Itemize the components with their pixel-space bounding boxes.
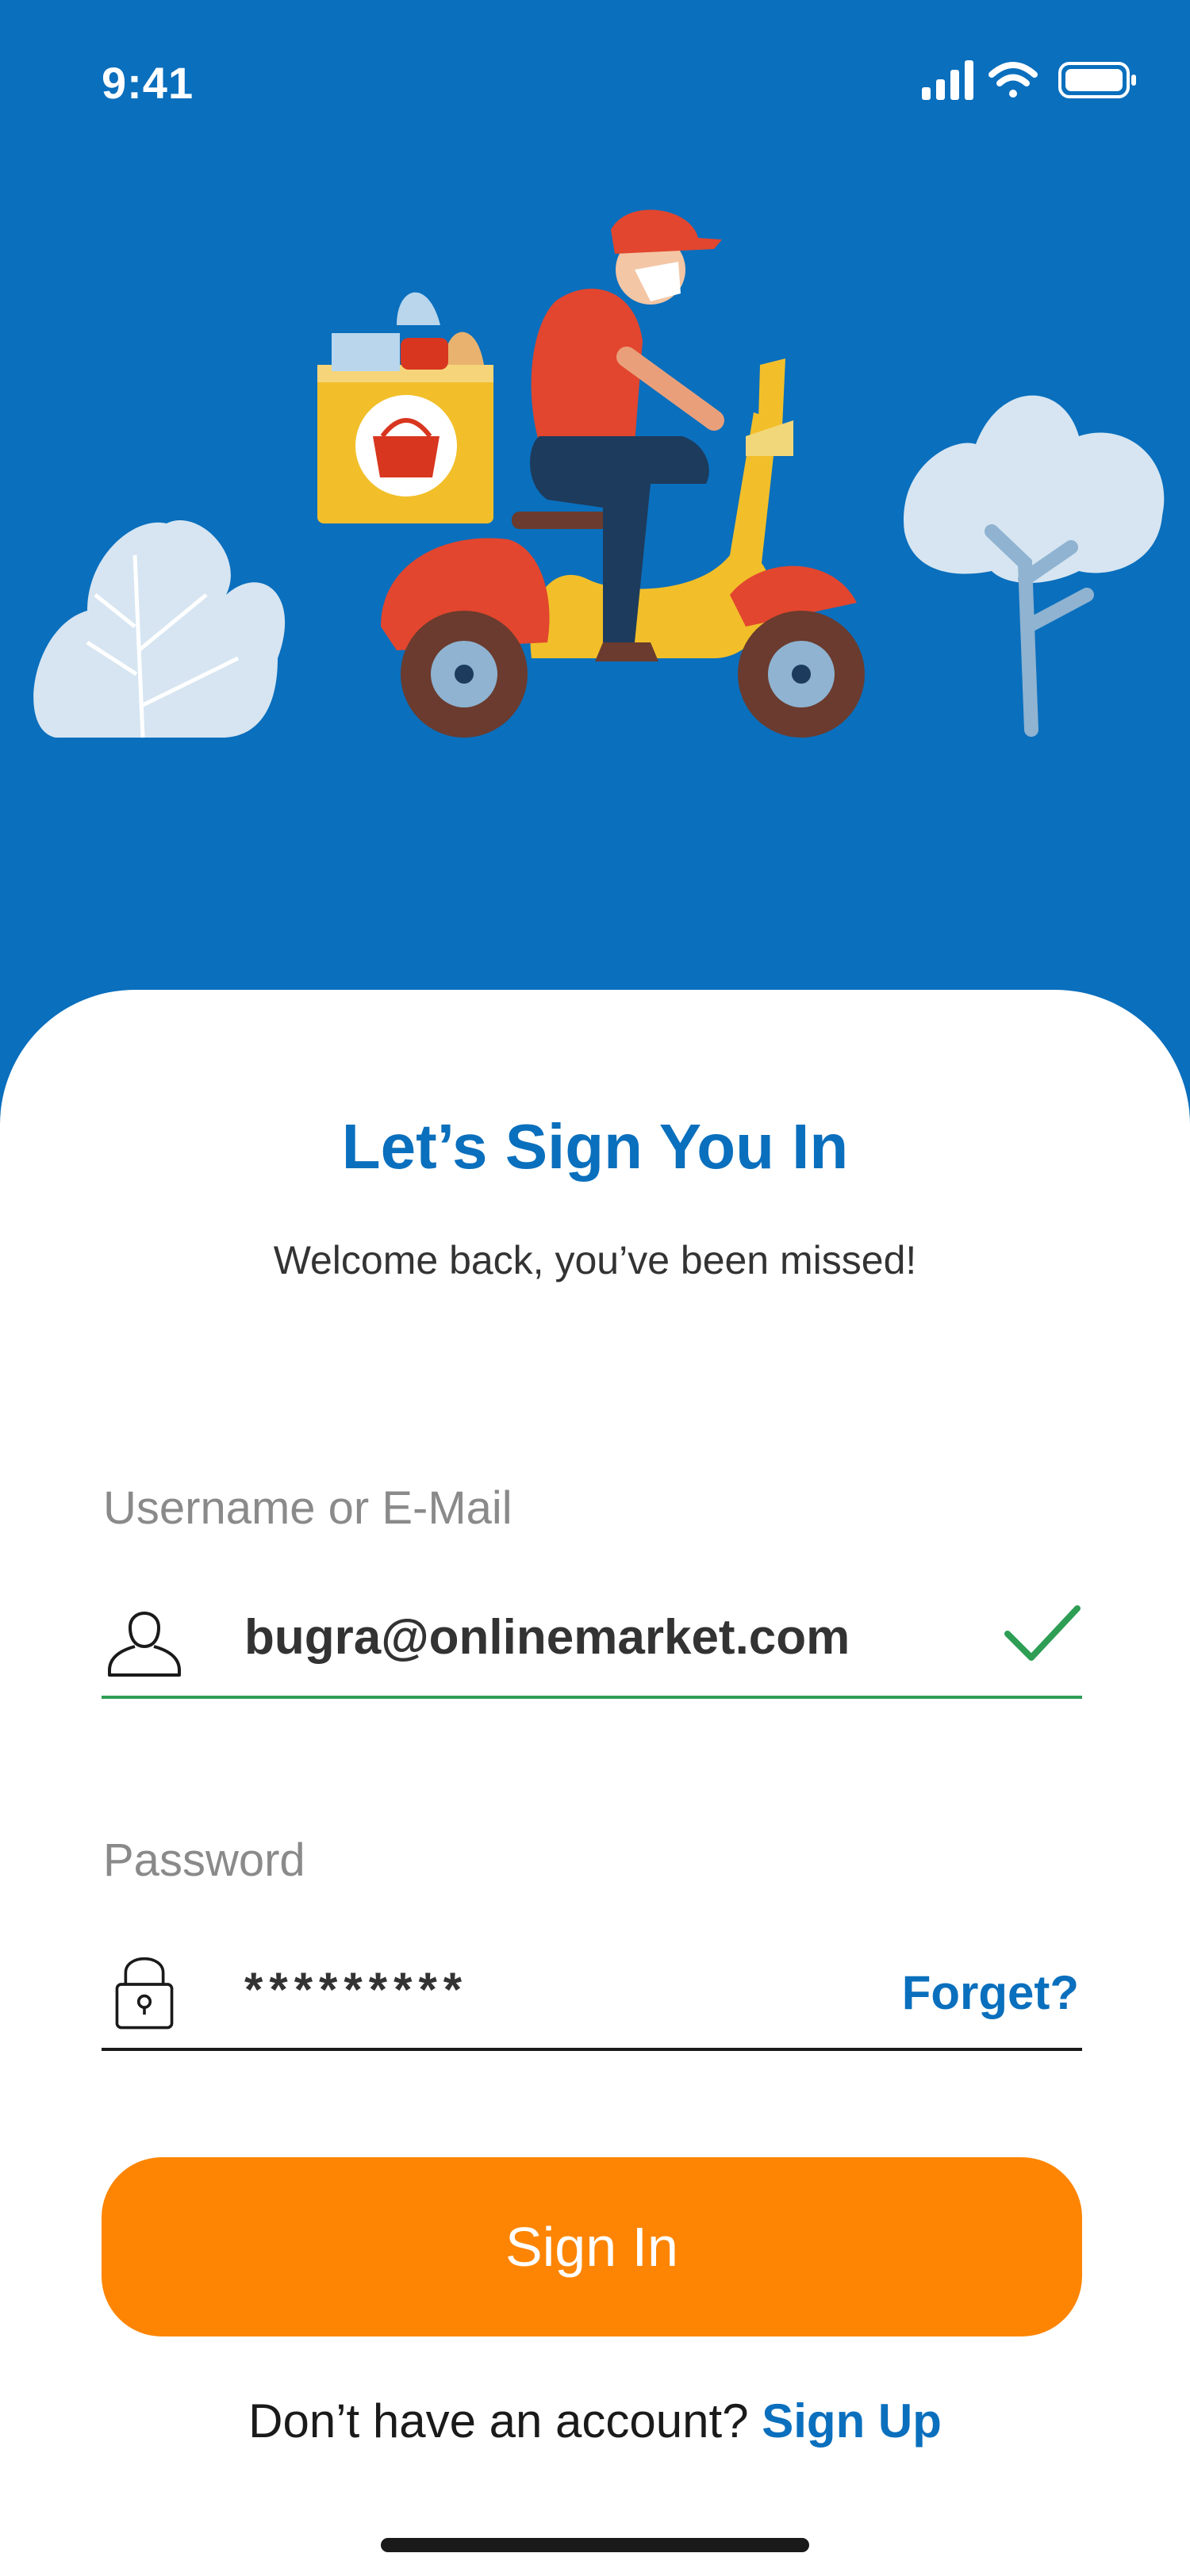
delivery-scooter-illustration xyxy=(33,209,1165,738)
page-subtitle: Welcome back, you’ve been missed! xyxy=(273,1238,917,1282)
password-field: Forget? xyxy=(102,1937,1082,2051)
sign-in-card: Let’s Sign You In Welcome back, you’ve b… xyxy=(0,990,1190,2576)
grocery-box-illustration xyxy=(317,292,493,523)
username-label: Username or E-Mail xyxy=(103,1482,512,1534)
bush-illustration xyxy=(33,520,286,738)
home-indicator[interactable] xyxy=(381,2538,809,2552)
signal-icon xyxy=(922,60,973,100)
forget-password-link[interactable]: Forget? xyxy=(902,1965,1079,2020)
sign-up-link[interactable]: Sign Up xyxy=(762,2394,942,2448)
tree-illustration xyxy=(904,395,1165,737)
sign-up-prompt: Don’t have an account? Sign Up xyxy=(0,2394,1190,2448)
battery-icon xyxy=(1058,62,1136,98)
password-input[interactable] xyxy=(244,1949,847,2029)
email-input[interactable] xyxy=(244,1597,974,1677)
status-bar: 9:41 xyxy=(0,0,1190,174)
sign-in-button[interactable]: Sign In xyxy=(102,2157,1082,2336)
page-title: Let’s Sign You In xyxy=(341,1111,849,1182)
status-time: 9:41 xyxy=(102,58,194,108)
check-icon xyxy=(1004,1605,1081,1661)
wifi-icon xyxy=(988,62,1038,98)
lock-icon xyxy=(115,1957,174,2030)
status-icons xyxy=(922,60,1136,100)
user-icon xyxy=(108,1612,181,1677)
username-field xyxy=(102,1585,1082,1699)
hero-banner: 9:41 xyxy=(0,0,1190,1031)
password-label: Password xyxy=(103,1834,305,1886)
no-account-text: Don’t have an account? xyxy=(248,2394,762,2448)
